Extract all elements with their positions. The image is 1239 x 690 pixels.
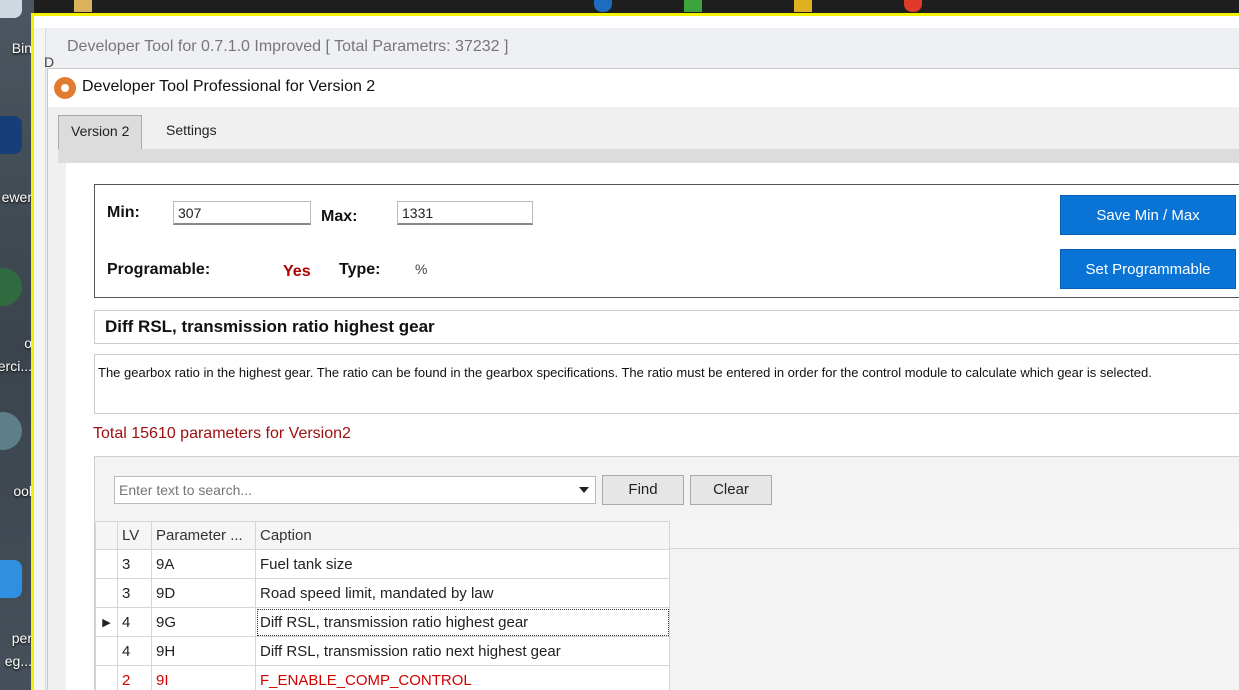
- total-parameters-text: Total 15610 parameters for Version2: [93, 425, 351, 442]
- cell-caption: Fuel tank size: [255, 549, 670, 579]
- row-indicator: [95, 549, 118, 579]
- app-icon[interactable]: [594, 0, 612, 12]
- app-icon[interactable]: [794, 0, 812, 12]
- table-row-selected[interactable]: ▶ 4 9G Diff RSL, transmission ratio high…: [95, 607, 670, 637]
- dropdown-arrow-icon[interactable]: [579, 487, 589, 493]
- desktop-label: per: [11, 630, 32, 646]
- top-bar: [34, 0, 1239, 14]
- inner-window-title: Developer Tool Professional for Version …: [82, 78, 376, 95]
- cell-lv: 4: [117, 636, 152, 666]
- row-indicator: [95, 665, 118, 690]
- cell-parameter: 9G: [151, 607, 256, 637]
- set-programmable-button[interactable]: Set Programmable: [1060, 249, 1236, 289]
- programable-value: Yes: [283, 263, 311, 280]
- cell-caption: Diff RSL, transmission ratio highest gea…: [255, 607, 670, 637]
- max-label: Max:: [321, 208, 358, 225]
- table-row[interactable]: 2 9I F_ENABLE_COMP_CONTROL: [95, 665, 670, 690]
- cell-lv: 3: [117, 578, 152, 608]
- table-row[interactable]: 3 9A Fuel tank size: [95, 549, 670, 579]
- cell-caption: Road speed limit, mandated by law: [255, 578, 670, 608]
- tab-panel-header: [58, 149, 1239, 163]
- recycle-bin-icon[interactable]: [0, 0, 22, 18]
- cell-lv: 4: [117, 607, 152, 637]
- min-label: Min:: [107, 204, 140, 221]
- max-input[interactable]: [397, 201, 533, 225]
- caption-box: Diff RSL, transmission ratio highest gea…: [94, 310, 1239, 344]
- type-label: Type:: [339, 261, 381, 278]
- search-input[interactable]: [115, 477, 575, 503]
- row-indicator: [95, 578, 118, 608]
- parameter-caption: Diff RSL, transmission ratio highest gea…: [105, 317, 435, 336]
- desktop-label: Bin: [11, 40, 32, 56]
- parameter-grid-panel: Find Clear LV Parameter ... Caption 3: [94, 456, 1239, 690]
- outer-window-left-edge: D: [34, 28, 54, 690]
- tool-app-icon[interactable]: [0, 412, 22, 450]
- cell-parameter: 9D: [151, 578, 256, 608]
- table-header-row: LV Parameter ... Caption: [95, 521, 670, 550]
- description-box: The gearbox ratio in the highest gear. T…: [94, 354, 1239, 414]
- cell-lv: 3: [117, 549, 152, 579]
- folder-icon[interactable]: [74, 0, 92, 12]
- search-combobox[interactable]: [114, 476, 596, 504]
- find-button[interactable]: Find: [602, 475, 684, 505]
- tab-bar: Version 2 Settings: [48, 113, 1239, 149]
- row-indicator-header: [95, 521, 118, 550]
- app-logo-icon: [54, 77, 76, 99]
- current-row-arrow-icon: ▶: [95, 607, 118, 637]
- grid-header-empty-area: [669, 521, 1239, 549]
- row-indicator: [95, 636, 118, 666]
- minmax-panel: Min: Max: Programable: Yes Type: % Save …: [94, 184, 1239, 298]
- column-header-caption[interactable]: Caption: [255, 521, 670, 550]
- app-icon[interactable]: [904, 0, 922, 12]
- tab-settings[interactable]: Settings: [154, 115, 229, 149]
- cell-parameter: 9H: [151, 636, 256, 666]
- desktop-label: ool: [13, 483, 32, 499]
- min-input[interactable]: [173, 201, 311, 225]
- cell-parameter: 9A: [151, 549, 256, 579]
- cell-caption: F_ENABLE_COMP_CONTROL: [255, 665, 670, 690]
- app-icon[interactable]: [684, 0, 702, 12]
- save-min-max-button[interactable]: Save Min / Max: [1060, 195, 1236, 235]
- cell-parameter: 9I: [151, 665, 256, 690]
- outer-window-strip: [34, 16, 1239, 28]
- desktop-strip: Bin ewer o erci... ool per eg...: [0, 0, 34, 690]
- developer-app-icon[interactable]: [0, 560, 22, 598]
- tab-content: Min: Max: Programable: Yes Type: % Save …: [66, 163, 1239, 690]
- parameter-description: The gearbox ratio in the highest gear. T…: [98, 365, 1152, 380]
- column-header-lv[interactable]: LV: [117, 521, 152, 550]
- table-row[interactable]: 4 9H Diff RSL, transmission ratio next h…: [95, 636, 670, 666]
- tab-version-2[interactable]: Version 2: [58, 115, 143, 149]
- clear-button[interactable]: Clear: [690, 475, 772, 505]
- type-value: %: [415, 261, 428, 277]
- inner-window-titlebar[interactable]: Developer Tool Professional for Version …: [48, 69, 1239, 107]
- desktop-label: ewer: [1, 189, 32, 205]
- parameter-table: LV Parameter ... Caption 3 9A Fuel tank …: [95, 521, 670, 690]
- column-header-parameter[interactable]: Parameter ...: [151, 521, 256, 550]
- cell-caption: Diff RSL, transmission ratio next highes…: [255, 636, 670, 666]
- table-row[interactable]: 3 9D Road speed limit, mandated by law: [95, 578, 670, 608]
- round-app-icon[interactable]: [0, 268, 22, 306]
- cell-lv: 2: [117, 665, 152, 690]
- desktop-label: erci...: [0, 358, 32, 374]
- desktop-label: o: [24, 335, 32, 351]
- inner-window: Developer Tool Professional for Version …: [47, 68, 1239, 690]
- viewer-app-icon[interactable]: [0, 116, 22, 154]
- outer-window-title: Developer Tool for 0.7.1.0 Improved [ To…: [67, 38, 509, 55]
- programable-label: Programable:: [107, 261, 211, 278]
- desktop-label: eg...: [4, 653, 32, 669]
